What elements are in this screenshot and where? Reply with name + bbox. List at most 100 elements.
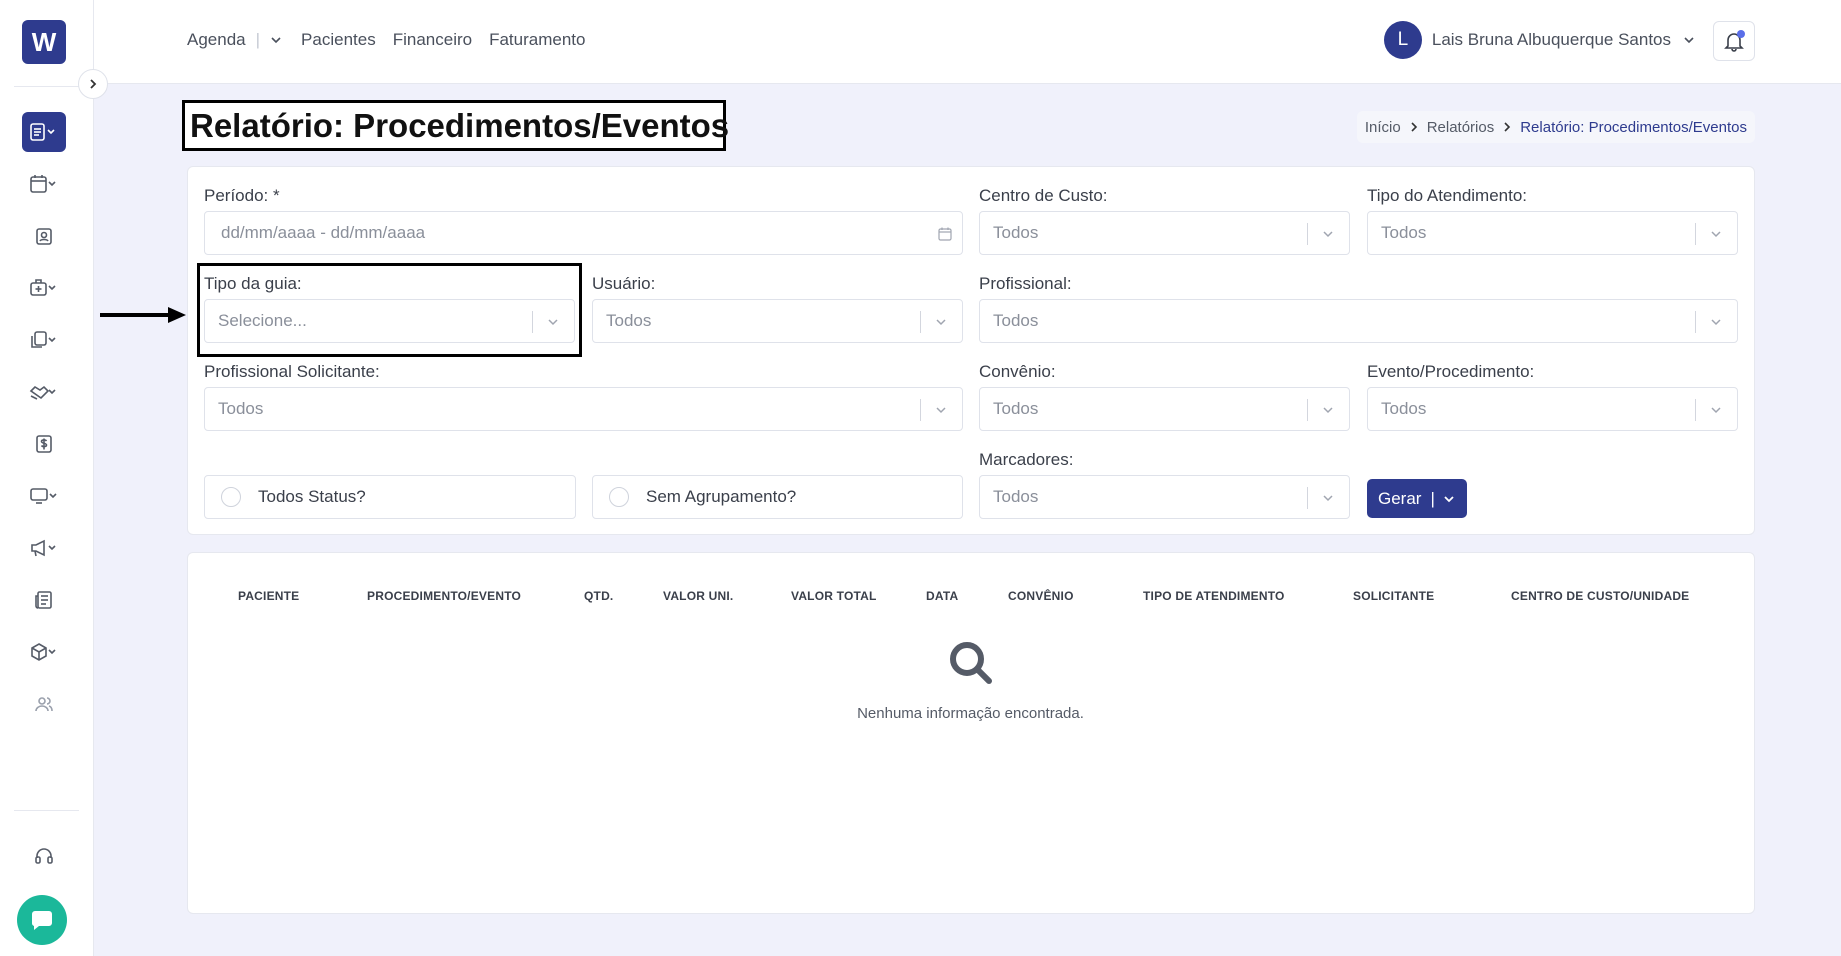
handshake-icon (29, 385, 56, 400)
sidebar-collapse-button[interactable] (78, 69, 108, 99)
marcadores-value: Todos (993, 487, 1039, 506)
page-title: Relatório: Procedimentos/Eventos (182, 100, 729, 151)
chevron-down-icon (1695, 388, 1737, 432)
calendar-icon (30, 175, 56, 193)
column-header: PACIENTE (238, 589, 300, 603)
chevron-right-icon (1411, 122, 1417, 132)
chevron-right-icon (1504, 122, 1511, 132)
nav-faturamento[interactable]: Faturamento (489, 30, 585, 50)
column-header: SOLICITANTE (1353, 589, 1435, 603)
chat-icon (31, 911, 52, 930)
periodo-placeholder: dd/mm/aaaa - dd/mm/aaaa (221, 223, 426, 242)
user-menu[interactable]: L Lais Bruna Albuquerque Santos (1383, 21, 1695, 59)
breadcrumb-current: Relatório: Procedimentos/Eventos (1520, 118, 1747, 136)
profissional-value: Todos (993, 311, 1039, 330)
avatar: L (1383, 21, 1422, 59)
tipo-atendimento-value: Todos (1381, 223, 1427, 242)
megaphone-icon (31, 539, 56, 557)
sidebar-item-inventory[interactable] (22, 632, 66, 672)
marcadores-select[interactable]: Todos (979, 475, 1350, 519)
column-header: CONVÊNIO (1008, 589, 1074, 603)
chevron-down-icon[interactable] (270, 34, 282, 46)
todos-status-label: Todos Status? (258, 487, 366, 506)
nav-agenda[interactable]: Agenda (187, 30, 246, 50)
gerar-button[interactable]: Gerar | (1367, 479, 1467, 518)
centro-custo-select[interactable]: Todos (979, 211, 1350, 255)
headset-icon (35, 848, 53, 864)
sidebar: W (0, 0, 94, 956)
tipo-guia-select[interactable]: Selecione... (204, 299, 575, 343)
column-header: VALOR TOTAL (791, 589, 877, 603)
sidebar-item-documents[interactable] (22, 320, 66, 360)
usuario-select[interactable]: Todos (592, 299, 963, 343)
centro-custo-value: Todos (993, 223, 1039, 242)
sem-agrupamento-checkbox[interactable]: Sem Agrupamento? (592, 475, 963, 519)
convenio-select[interactable]: Todos (979, 387, 1350, 431)
notifications-button[interactable] (1713, 21, 1755, 61)
sidebar-divider (14, 86, 79, 87)
evento-select[interactable]: Todos (1367, 387, 1738, 431)
sidebar-item-calendar[interactable] (22, 164, 66, 204)
todos-status-checkbox[interactable]: Todos Status? (204, 475, 576, 519)
usuario-value: Todos (606, 311, 652, 330)
column-header: QTD. (584, 589, 614, 603)
prof-solicitante-value: Todos (218, 399, 264, 418)
sidebar-item-marketing[interactable] (22, 528, 66, 568)
documents-icon (31, 331, 56, 348)
breadcrumb-home[interactable]: Início (1365, 119, 1401, 136)
arrow-pointer-icon (100, 307, 186, 323)
sidebar-item-monitor[interactable] (22, 476, 66, 516)
notification-dot (1737, 30, 1745, 38)
sidebar-item-reports[interactable] (22, 112, 66, 152)
gerar-separator: | (1430, 488, 1435, 508)
tipo-atendimento-select[interactable]: Todos (1367, 211, 1738, 255)
medical-bag-icon (30, 279, 56, 296)
tipo-atendimento-label: Tipo do Atendimento: (1367, 186, 1528, 205)
chevron-right-icon (90, 79, 97, 89)
evento-value: Todos (1381, 399, 1427, 418)
nav-financeiro[interactable]: Financeiro (393, 30, 472, 50)
sidebar-item-support[interactable] (22, 836, 66, 876)
top-navigation: Agenda | Pacientes Financeiro Faturament… (187, 30, 602, 50)
user-name: Lais Bruna Albuquerque Santos (1431, 30, 1671, 49)
prof-solicitante-select[interactable]: Todos (204, 387, 963, 431)
chevron-down-icon[interactable] (1443, 493, 1455, 505)
profissional-label: Profissional: (979, 274, 1072, 293)
sidebar-item-partners[interactable] (22, 372, 66, 412)
breadcrumb: Início Relatórios Relatório: Procediment… (1356, 111, 1755, 143)
nav-pacientes[interactable]: Pacientes (301, 30, 376, 50)
patient-badge-icon (36, 228, 52, 245)
evento-label: Evento/Procedimento: (1367, 362, 1535, 381)
periodo-date-range-input[interactable]: dd/mm/aaaa - dd/mm/aaaa (204, 211, 963, 255)
convenio-value: Todos (993, 399, 1039, 418)
chevron-down-icon (920, 388, 962, 432)
column-header: CENTRO DE CUSTO/UNIDADE (1511, 589, 1690, 603)
sidebar-item-medical[interactable] (22, 268, 66, 308)
monitor-icon (30, 488, 57, 504)
topbar: Agenda | Pacientes Financeiro Faturament… (94, 0, 1841, 84)
sidebar-item-news[interactable] (22, 580, 66, 620)
periodo-label: Período: * (204, 186, 280, 205)
chat-button[interactable] (17, 895, 67, 945)
chevron-down-icon (1307, 388, 1349, 432)
chevron-down-icon (1307, 476, 1349, 520)
chevron-down-icon (1695, 212, 1737, 256)
nav-separator: | (255, 30, 261, 49)
sidebar-item-patients[interactable] (22, 216, 66, 256)
chevron-down-icon (532, 300, 574, 344)
chevron-down-icon (1684, 37, 1694, 44)
column-header: TIPO DE ATENDIMENTO (1143, 589, 1285, 603)
breadcrumb-reports[interactable]: Relatórios (1427, 119, 1495, 136)
sidebar-item-finance[interactable] (22, 424, 66, 464)
sidebar-divider (14, 810, 79, 811)
calendar-icon (938, 227, 952, 241)
profissional-select[interactable]: Todos (979, 299, 1738, 343)
column-header: VALOR UNI. (663, 589, 734, 603)
empty-state-message: Nenhuma informação encontrada. (857, 705, 1084, 722)
app-logo[interactable]: W (22, 20, 66, 64)
marcadores-label: Marcadores: (979, 450, 1074, 469)
search-icon (950, 642, 992, 684)
sem-agrupamento-label: Sem Agrupamento? (646, 487, 797, 506)
chevron-down-icon (1307, 212, 1349, 256)
dollar-icon (36, 435, 52, 453)
